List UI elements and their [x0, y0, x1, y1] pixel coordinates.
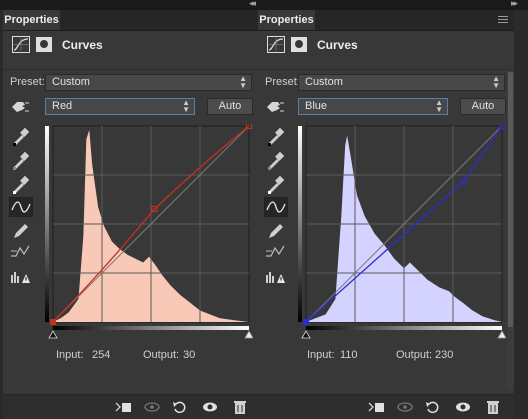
clip-to-layer-icon[interactable]	[115, 400, 133, 414]
output-value: 230	[435, 349, 454, 361]
scrollbar[interactable]	[507, 70, 514, 390]
black-point-slider	[301, 330, 311, 339]
preset-dropdown[interactable]: Custom ▲ ▼	[45, 74, 252, 91]
input-label: Input:	[307, 349, 335, 361]
bottom-toolbar	[3, 394, 259, 419]
panel-header: Curves	[3, 32, 259, 60]
collapse-right-icon[interactable]: ▸▸	[511, 0, 518, 9]
horizontal-gradient-bar	[53, 326, 249, 330]
dropdown-arrows-icon: ▲ ▼	[182, 98, 190, 114]
input-label: Input:	[56, 349, 84, 361]
horizontal-gradient-bar	[306, 326, 502, 330]
visibility-icon[interactable]	[454, 400, 472, 414]
pencil-icon[interactable]	[264, 221, 288, 241]
smooth-icon[interactable]	[9, 242, 33, 262]
curves-adjustment-icon	[267, 36, 285, 53]
pencil-icon[interactable]	[9, 221, 33, 241]
curves-adjustment-icon	[12, 36, 30, 53]
tab-bar: Properties	[3, 10, 259, 31]
auto-button[interactable]: Auto	[207, 98, 253, 115]
divider	[3, 69, 259, 70]
white-point-slider	[244, 330, 254, 339]
output-value: 30	[183, 349, 196, 361]
adjustment-title: Curves	[317, 38, 358, 52]
white-point-eyedropper-icon[interactable]	[264, 174, 288, 194]
input-value: 110	[340, 349, 358, 361]
scrollbar-thumb[interactable]	[508, 72, 513, 327]
output-label: Output:	[143, 349, 180, 361]
preset-label: Preset:	[265, 76, 300, 88]
clipping-warning-icon[interactable]	[264, 266, 288, 286]
target-adjust-icon[interactable]	[9, 98, 33, 118]
black-point-eyedropper-icon[interactable]	[9, 126, 33, 146]
curves-graph[interactable]	[45, 123, 254, 346]
vertical-gradient-bar	[298, 126, 302, 322]
preset-value: Custom	[305, 76, 343, 88]
channel-dropdown[interactable]: Red ▲ ▼	[45, 98, 195, 115]
black-point-eyedropper-icon[interactable]	[264, 126, 288, 146]
clip-to-layer-icon[interactable]	[368, 400, 386, 414]
reset-icon[interactable]	[424, 400, 442, 414]
target-adjust-icon[interactable]	[264, 98, 288, 118]
gray-point-eyedropper-icon[interactable]	[264, 150, 288, 170]
smooth-icon[interactable]	[264, 242, 288, 262]
reset-icon[interactable]	[171, 400, 189, 414]
clipping-warning-icon[interactable]	[9, 266, 33, 286]
curve-point	[50, 319, 56, 325]
layer-mask-icon[interactable]	[291, 37, 307, 52]
tab-properties[interactable]: Properties	[3, 10, 60, 30]
preset-dropdown[interactable]: Custom ▲ ▼	[298, 74, 505, 91]
properties-panel-red: Properties Curves Preset: Custom ▲ ▼ Red …	[3, 10, 259, 419]
top-strip: ◂◂ ▸▸	[0, 0, 528, 10]
tab-bar: Properties	[258, 10, 514, 31]
dropdown-arrows-icon: ▲ ▼	[239, 74, 247, 90]
channel-dropdown[interactable]: Blue ▲ ▼	[298, 98, 448, 115]
curve-points-icon[interactable]	[264, 197, 288, 217]
divider	[258, 69, 514, 70]
vertical-gradient-bar	[45, 126, 49, 322]
curve-points-icon[interactable]	[9, 197, 33, 217]
curves-graph[interactable]	[298, 123, 507, 346]
preset-label: Preset:	[10, 76, 45, 88]
view-previous-icon[interactable]	[396, 400, 414, 414]
view-previous-icon[interactable]	[143, 400, 161, 414]
properties-panel-blue: Properties Curves Preset: Custom ▲ ▼ Blue…	[258, 10, 514, 419]
gray-point-eyedropper-icon[interactable]	[9, 150, 33, 170]
tab-properties[interactable]: Properties	[258, 10, 315, 30]
input-value: 254	[92, 349, 111, 361]
dropdown-arrows-icon: ▲ ▼	[492, 74, 500, 90]
preset-value: Custom	[52, 76, 90, 88]
panel-header: Curves	[258, 32, 514, 60]
visibility-icon[interactable]	[201, 400, 219, 414]
output-label: Output:	[396, 349, 433, 361]
layer-mask-icon[interactable]	[36, 37, 52, 52]
adjustment-title: Curves	[62, 38, 103, 52]
black-point-slider	[48, 330, 58, 339]
bottom-toolbar	[258, 394, 514, 419]
collapse-left-icon[interactable]: ◂◂	[249, 0, 256, 9]
dropdown-arrows-icon: ▲ ▼	[435, 98, 443, 114]
white-point-eyedropper-icon[interactable]	[9, 174, 33, 194]
delete-icon[interactable]	[231, 400, 249, 414]
panel-menu-icon[interactable]	[498, 16, 508, 24]
curve-point	[303, 319, 309, 325]
channel-value: Red	[52, 100, 73, 112]
auto-button[interactable]: Auto	[460, 98, 506, 115]
white-point-slider	[497, 330, 507, 339]
delete-icon[interactable]	[484, 400, 502, 414]
channel-value: Blue	[305, 100, 328, 112]
